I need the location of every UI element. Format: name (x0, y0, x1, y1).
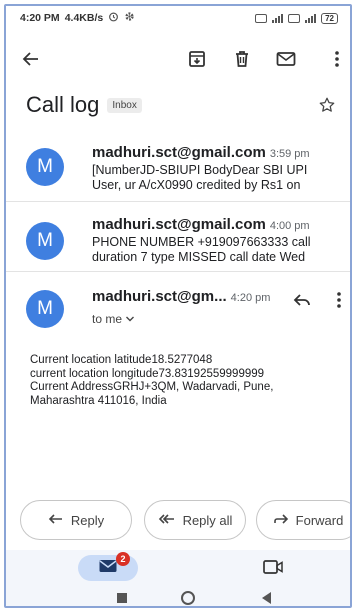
subject-row: Call log Inbox (26, 90, 336, 120)
delete-icon[interactable] (229, 46, 255, 72)
signal-icon (272, 13, 284, 23)
battery-icon: 72 (321, 12, 338, 24)
sender-row: madhuri.sct@gmail.com 3:59 pm (92, 144, 310, 161)
reply-all-icon (158, 512, 176, 529)
sender-name: madhuri.sct@gmail.com (92, 144, 266, 161)
reply-button[interactable]: Reply (20, 500, 132, 540)
email-time: 4:20 pm (230, 292, 271, 304)
email-time: 3:59 pm (269, 148, 310, 160)
nav-mail-tab[interactable]: 2 (78, 552, 138, 581)
snippet-line: duration 7 type MISSED call date Wed (92, 250, 306, 264)
settings-icon (124, 11, 135, 25)
mark-unread-icon[interactable] (273, 46, 299, 72)
back-arrow-icon[interactable] (18, 46, 44, 72)
volte-icon-2 (288, 13, 301, 23)
forward-label: Forward (295, 512, 344, 528)
email-item[interactable]: M madhuri.sct@gmail.com 3:59 pm [NumberJD… (6, 130, 350, 202)
app-bar (6, 42, 350, 76)
forward-button[interactable]: Forward (256, 500, 350, 540)
body-line: Maharashtra 411016, India (30, 394, 167, 407)
sender-row: madhuri.sct@gm... 4:20 pm (92, 288, 270, 305)
bottom-navigation: 2 (6, 550, 350, 586)
snippet-line: User, ur A/cX0990 credited by Rs1 on (92, 178, 301, 192)
subject-title: Call log (26, 92, 100, 117)
network-speed: 4.4KB/s (64, 12, 104, 24)
email-snippet: [NumberJD-SBIUPI BodyDear SBI UPI User, … (92, 163, 342, 193)
inbox-label[interactable]: Inbox (107, 97, 142, 113)
snippet-line: [NumberJD-SBIUPI BodyDear SBI UPI (92, 163, 308, 177)
forward-icon (273, 512, 289, 529)
avatar: M (26, 148, 64, 186)
alarm-icon (108, 11, 119, 25)
volte-icon (255, 13, 268, 23)
snippet-line: PHONE NUMBER +919097663333 call (92, 235, 311, 249)
recents-icon[interactable] (117, 593, 127, 603)
reply-icon (48, 512, 64, 529)
phone-screen: 4:20 PM 4.4KB/s 72 Call log Inbox M madh… (4, 4, 352, 608)
reply-icon[interactable] (292, 290, 312, 315)
body-line: Current AddressGRHJ+3QM, Wadarvadi, Pune… (30, 381, 274, 393)
reply-all-button[interactable]: Reply all (144, 500, 246, 540)
system-navigation (6, 586, 350, 606)
status-bar: 4:20 PM 4.4KB/s 72 (6, 6, 350, 30)
reply-actions: Reply Reply all Forward (20, 500, 350, 540)
reply-label: Reply (70, 512, 105, 528)
recipient-text: to me (92, 312, 123, 326)
archive-icon[interactable] (184, 46, 210, 72)
status-time: 4:20 PM (20, 12, 60, 24)
more-icon[interactable] (324, 46, 350, 72)
more-icon[interactable] (336, 290, 342, 315)
avatar: M (26, 222, 64, 260)
sender-name: madhuri.sct@gm... (92, 288, 227, 305)
recipient-details[interactable]: to me (92, 312, 135, 326)
sender-row: madhuri.sct@gmail.com 4:00 pm (92, 216, 310, 233)
sender-name: madhuri.sct@gmail.com (92, 216, 266, 233)
system-back-icon[interactable] (262, 592, 271, 604)
chevron-down-icon (125, 312, 135, 326)
email-header-expanded[interactable]: M madhuri.sct@gm... 4:20 pm to me (6, 272, 350, 344)
email-time: 4:00 pm (269, 220, 310, 232)
body-line: current location longitude73.83192559999… (30, 367, 265, 380)
meet-video-icon[interactable] (262, 558, 284, 581)
home-icon[interactable] (181, 591, 195, 605)
email-body: Current location latitude18.5277048 curr… (30, 354, 340, 408)
star-icon[interactable] (318, 96, 336, 119)
email-item[interactable]: M madhuri.sct@gmail.com 4:00 pm PHONE NUM… (6, 204, 350, 272)
mail-icon (98, 558, 118, 579)
unread-badge: 2 (116, 552, 130, 566)
signal-icon-2 (305, 13, 317, 23)
avatar: M (26, 290, 64, 328)
email-snippet: PHONE NUMBER +919097663333 call duration… (92, 235, 342, 265)
reply-all-label: Reply all (182, 512, 233, 528)
body-line: Current location latitude18.5277048 (30, 354, 213, 366)
